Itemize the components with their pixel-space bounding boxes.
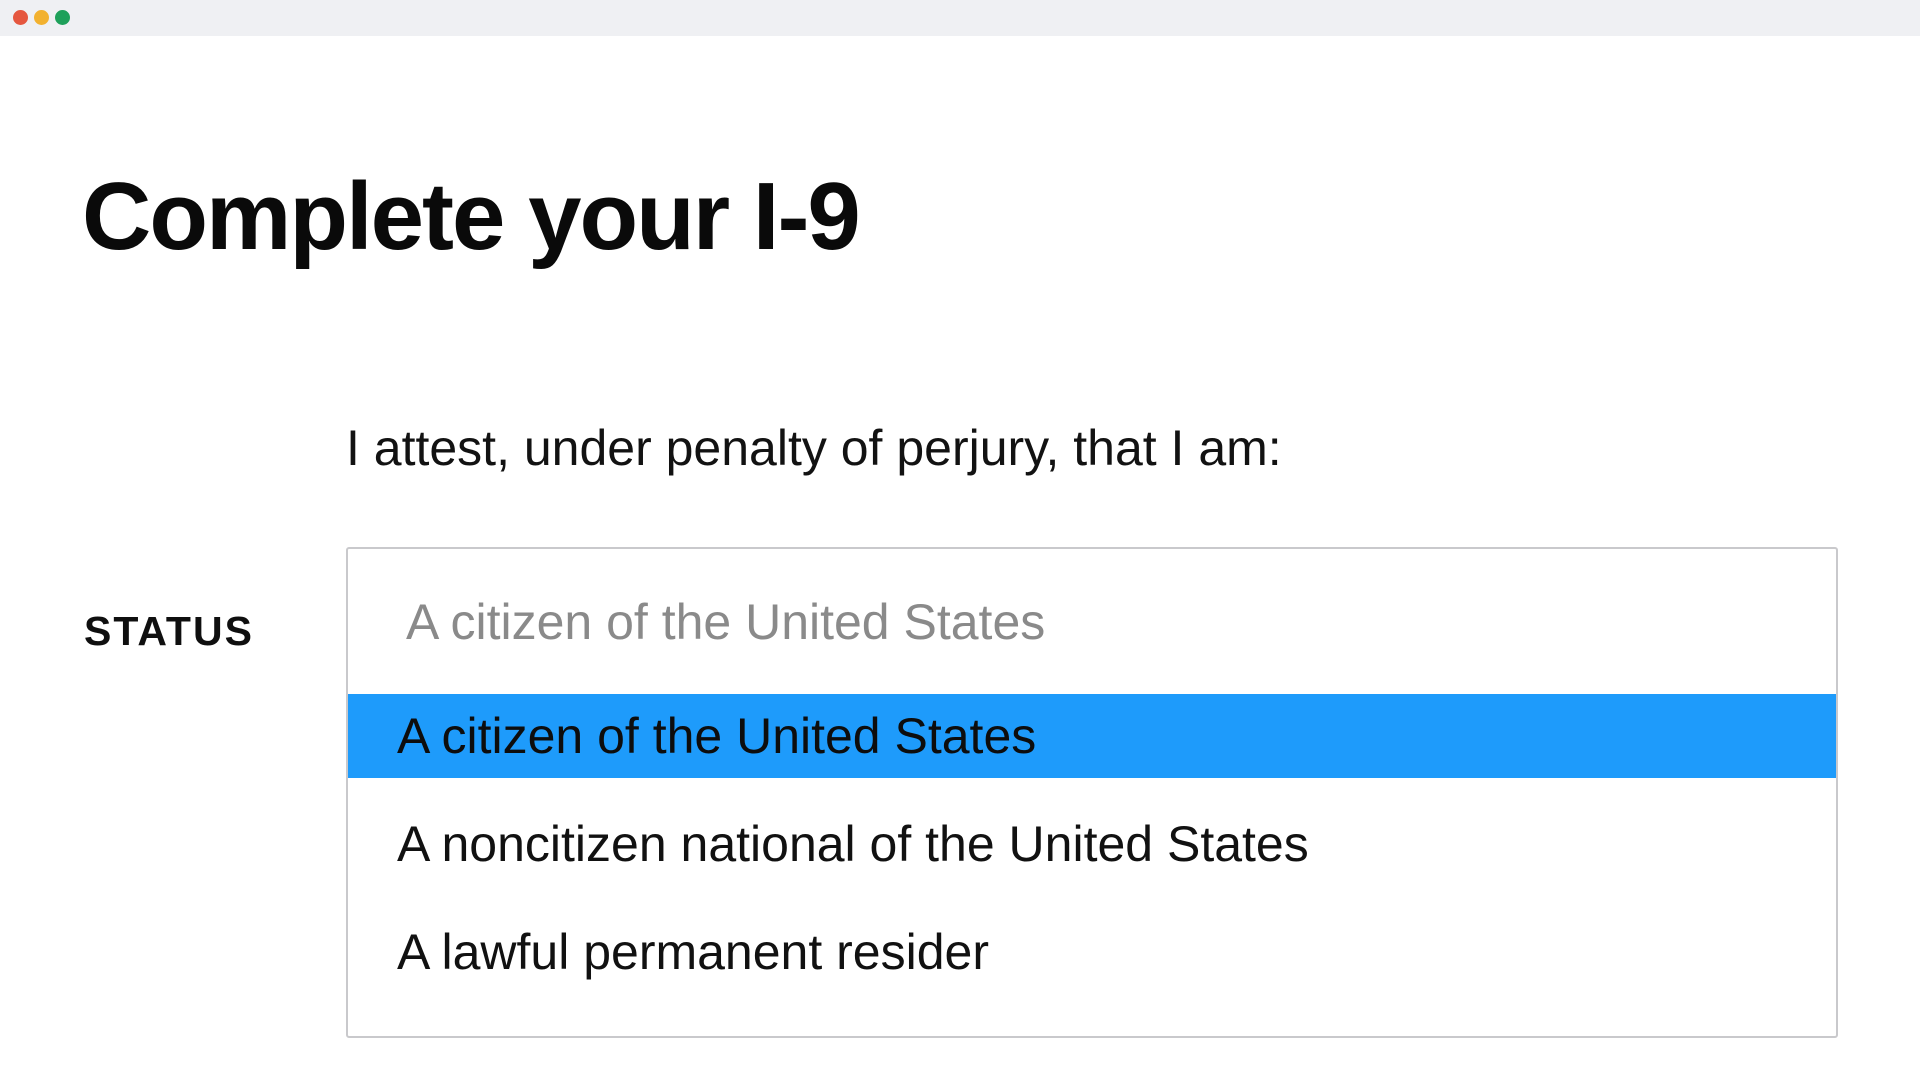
status-option-noncitizen-national[interactable]: A noncitizen national of the United Stat…	[348, 802, 1836, 886]
status-label: STATUS	[84, 608, 254, 654]
minimize-window-button[interactable]	[34, 10, 49, 25]
attestation-text: I attest, under penalty of perjury, that…	[346, 420, 1282, 476]
status-select[interactable]: A citizen of the United States A citizen…	[346, 547, 1838, 1038]
status-option-lawful-permanent-resident[interactable]: A lawful permanent resider	[348, 910, 1836, 994]
status-options-list: A citizen of the United States A nonciti…	[348, 694, 1836, 994]
status-select-current-value[interactable]: A citizen of the United States	[348, 549, 1836, 694]
status-option-citizen[interactable]: A citizen of the United States	[348, 694, 1836, 778]
close-window-button[interactable]	[13, 10, 28, 25]
maximize-window-button[interactable]	[55, 10, 70, 25]
window-titlebar	[0, 0, 1920, 36]
page-title: Complete your I-9	[82, 163, 861, 270]
